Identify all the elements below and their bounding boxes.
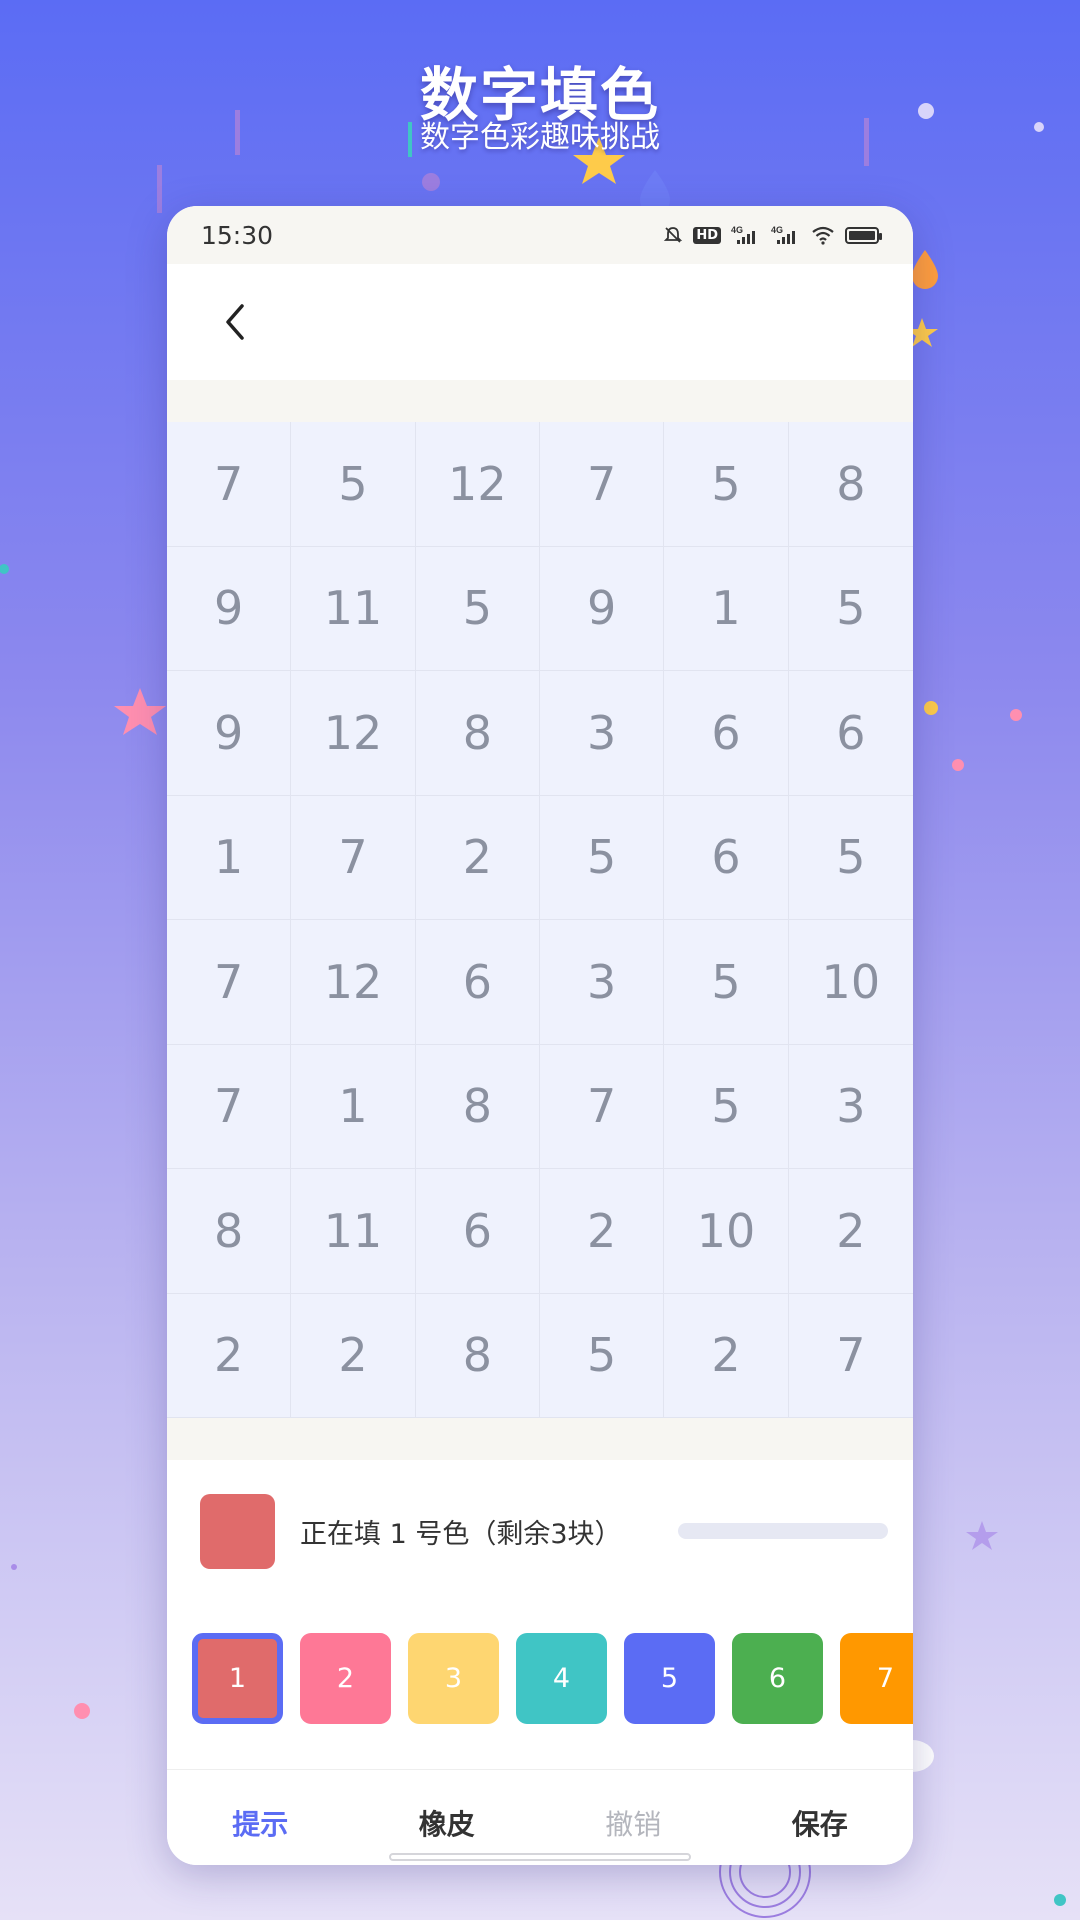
grid-cell[interactable]: 7	[167, 1044, 292, 1169]
palette-swatch-2[interactable]: 2	[300, 1633, 391, 1724]
grid-cell[interactable]: 8	[167, 1169, 292, 1294]
grid-cell[interactable]: 10	[788, 920, 913, 1045]
grid-cell[interactable]: 6	[788, 671, 913, 796]
grid-cell[interactable]: 6	[664, 671, 789, 796]
grid-cell[interactable]: 2	[540, 1169, 665, 1294]
grid-cell[interactable]: 9	[167, 546, 292, 671]
palette-swatch-3[interactable]: 3	[408, 1633, 499, 1724]
palette-swatch-5[interactable]: 5	[624, 1633, 715, 1724]
current-color-row: 正在填 1 号色（剩余3块）	[167, 1460, 913, 1602]
grid-cell[interactable]: 1	[291, 1044, 416, 1169]
banner-subtitle: 数字色彩趣味挑战	[420, 120, 660, 155]
grid-cell[interactable]: 2	[788, 1169, 913, 1294]
current-color-swatch	[200, 1493, 275, 1569]
status-bar: 15:30 HD 4G 4G	[167, 206, 913, 264]
grid-cell[interactable]: 3	[540, 671, 665, 796]
grid-cell[interactable]: 7	[291, 795, 416, 920]
grid-cell[interactable]: 5	[291, 422, 416, 547]
status-icons: HD 4G 4G	[663, 225, 882, 245]
grid-cell[interactable]: 6	[664, 795, 789, 920]
grid-cell[interactable]: 3	[540, 920, 665, 1045]
grid-cell[interactable]: 9	[167, 671, 292, 796]
bottom-toolbar: 提示 橡皮 撤销 保存	[167, 1770, 913, 1865]
grid-cell[interactable]: 2	[664, 1293, 789, 1418]
grid-cell[interactable]: 8	[788, 422, 913, 547]
grid-cell[interactable]: 2	[415, 795, 540, 920]
svg-text:4G: 4G	[731, 225, 743, 235]
grid-cell[interactable]: 5	[540, 1293, 665, 1418]
grid-cell[interactable]: 6	[415, 1169, 540, 1294]
nav-bar	[167, 264, 913, 380]
grid-cell[interactable]: 12	[415, 422, 540, 547]
grid-cell[interactable]: 8	[415, 1293, 540, 1418]
home-indicator	[389, 1853, 691, 1861]
color-palette: 1234567	[167, 1602, 913, 1755]
grid-cell[interactable]: 7	[540, 422, 665, 547]
grid-cell[interactable]: 12	[291, 920, 416, 1045]
save-button[interactable]: 保存	[727, 1803, 914, 1843]
grid-cell[interactable]: 8	[415, 671, 540, 796]
back-button[interactable]	[215, 302, 255, 342]
grid-cell[interactable]: 11	[291, 1169, 416, 1294]
number-grid: 7 5 12 7 5 8 9 11 5 9 1 5 9 12 8 3 6 6 1 7 2 5 6 5 7 12 6 3 5 10 7 1 8 7 5…	[167, 422, 913, 1418]
grid-cell[interactable]: 3	[788, 1045, 913, 1169]
grid-cell[interactable]: 2	[291, 1293, 416, 1418]
grid-cell[interactable]: 7	[540, 1044, 665, 1169]
palette-swatch-7[interactable]: 7	[840, 1633, 913, 1724]
grid-cell[interactable]: 5	[540, 795, 665, 920]
grid-cell[interactable]: 6	[415, 920, 540, 1045]
grid-cell[interactable]: 7	[167, 422, 292, 547]
top-spacer	[167, 380, 913, 422]
eraser-button[interactable]: 橡皮	[354, 1803, 541, 1843]
grid-cell[interactable]: 10	[664, 1169, 789, 1294]
grid-cell[interactable]: 9	[540, 546, 665, 671]
grid-cell[interactable]: 5	[788, 547, 913, 671]
grid-cell[interactable]: 5	[664, 1044, 789, 1169]
bottom-spacer	[167, 1418, 913, 1460]
grid-cell[interactable]: 5	[664, 920, 789, 1045]
hd-icon: HD	[693, 226, 721, 244]
palette-swatch-4[interactable]: 4	[516, 1633, 607, 1724]
grid-cell[interactable]: 7	[788, 1294, 913, 1418]
phone-screen: 15:30 HD 4G 4G 7 5 12 7 5 8 9 11 5 9 1 5 9 12 8 3 6 6 1 7 2 5…	[167, 206, 913, 1865]
palette-swatch-6[interactable]: 6	[732, 1633, 823, 1724]
current-color-label: 正在填 1 号色（剩余3块）	[300, 1518, 622, 1550]
signal-4g-icon: 4G	[731, 225, 761, 245]
grid-cell[interactable]: 12	[291, 671, 416, 796]
grid-cell[interactable]: 1	[167, 795, 292, 920]
grid-cell[interactable]: 5	[788, 796, 913, 920]
fill-progress-bar	[678, 1523, 888, 1539]
grid-cell[interactable]: 2	[167, 1293, 292, 1418]
battery-icon	[845, 226, 882, 244]
chevron-left-icon	[226, 304, 244, 340]
grid-cell[interactable]: 8	[415, 1044, 540, 1169]
status-time: 15:30	[201, 220, 274, 250]
svg-text:4G: 4G	[771, 225, 783, 235]
grid-cell[interactable]: 7	[167, 920, 292, 1045]
grid-cell[interactable]: 11	[291, 546, 416, 671]
wifi-icon	[811, 225, 835, 245]
bell-off-icon	[663, 225, 683, 245]
undo-button[interactable]: 撤销	[540, 1803, 727, 1843]
palette-swatch-1[interactable]: 1	[192, 1633, 283, 1724]
grid-cell[interactable]: 1	[664, 546, 789, 671]
hint-button[interactable]: 提示	[167, 1803, 354, 1843]
grid-cell[interactable]: 5	[664, 422, 789, 547]
signal-4g-icon: 4G	[771, 225, 801, 245]
grid-cell[interactable]: 5	[415, 546, 540, 671]
